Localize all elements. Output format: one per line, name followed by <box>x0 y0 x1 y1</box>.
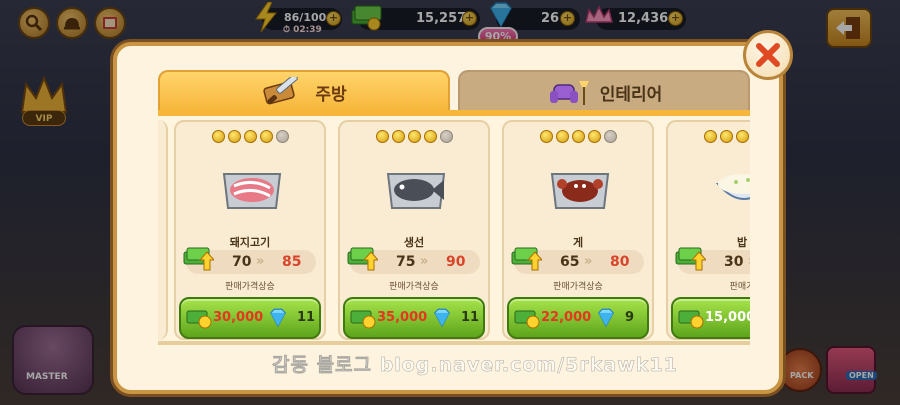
price-current: 75 <box>396 254 416 270</box>
upgrade-button[interactable]: 15,000 <box>671 297 750 339</box>
diamond-icon <box>269 308 287 328</box>
cash-coin-icon <box>678 310 704 329</box>
sell-price-row: 30 » <box>675 247 750 274</box>
close-icon <box>756 43 780 67</box>
tab-interior-label: 인테리어 <box>599 84 663 105</box>
upgrade-gem-cost: 11 <box>297 310 316 325</box>
upgrade-gem-cost: 11 <box>461 310 480 325</box>
sell-price-row: 70 » 85 <box>183 247 316 274</box>
star-rating <box>176 130 324 143</box>
price-current: 65 <box>560 254 580 270</box>
star-icon <box>211 130 225 143</box>
star-icon <box>719 130 733 143</box>
star-empty-icon <box>275 130 289 143</box>
star-rating <box>668 130 750 143</box>
sell-price-row: 65 » 80 <box>511 247 644 274</box>
tab-kitchen-label: 주방 <box>315 84 347 105</box>
tab-kitchen[interactable]: 주방 <box>158 70 450 112</box>
sell-price-row: 75 » 90 <box>347 247 480 274</box>
diamond-icon <box>597 308 615 328</box>
star-rating <box>340 130 488 143</box>
cash-up-icon <box>511 247 542 271</box>
star-empty-icon <box>603 130 617 143</box>
cutting-board-knife-icon <box>263 77 299 105</box>
upgrade-cash-cost: 35,000 <box>377 310 428 325</box>
item-card: 밥 30 » 판매가 15,000 <box>666 120 750 340</box>
item-card: 생선 75 » 90 판매가격상승 35,000 11 <box>338 120 490 340</box>
cash-up-icon <box>183 247 214 271</box>
arrow-right-icon: » <box>420 254 429 269</box>
star-icon <box>407 130 421 143</box>
star-icon <box>391 130 405 143</box>
star-icon <box>243 130 257 143</box>
diamond-icon <box>433 308 451 328</box>
item-list[interactable]: 돼지고기 70 » 85 판매가격상승 30,000 11 생선 75 » 90… <box>158 116 750 346</box>
blog-watermark: 감동 블로그 blog.naver.com/5rkawk11 <box>272 354 678 377</box>
upgrade-cash-cost: 22,000 <box>541 310 592 325</box>
star-icon <box>735 130 749 143</box>
tab-interior[interactable]: 인테리어 <box>458 70 750 112</box>
arrow-right-icon: » <box>256 254 265 269</box>
cash-coin-icon <box>350 310 376 329</box>
price-upgraded: 90 <box>446 254 466 270</box>
star-icon <box>259 130 273 143</box>
arrow-right-icon: » <box>748 254 750 269</box>
pork-meat-icon <box>222 173 282 209</box>
star-icon <box>587 130 601 143</box>
price-caption: 판매가 <box>729 282 750 292</box>
cash-up-icon <box>347 247 378 271</box>
upgrade-button[interactable]: 35,000 11 <box>343 297 485 339</box>
star-empty-icon <box>439 130 453 143</box>
rice-bowl-icon <box>715 174 750 200</box>
item-card: 게 65 » 80 판매가격상승 22,000 9 <box>502 120 654 340</box>
list-scrollbar[interactable] <box>158 341 750 345</box>
armchair-lamp-icon <box>549 81 589 105</box>
price-current: 30 <box>724 254 744 270</box>
star-icon <box>555 130 569 143</box>
star-icon <box>423 130 437 143</box>
item-card: 돼지고기 70 » 85 판매가격상승 30,000 11 <box>174 120 326 340</box>
star-rating <box>504 130 652 143</box>
price-upgraded: 85 <box>282 254 302 270</box>
cash-up-icon <box>675 247 706 271</box>
upgrade-dialog: 주방 인테리어 돼지고기 70 » 85 판매가격상승 30,000 11 생선… <box>113 42 783 394</box>
star-icon <box>703 130 717 143</box>
upgrade-gem-cost: 9 <box>625 310 635 325</box>
upgrade-cash-cost: 30,000 <box>213 310 264 325</box>
price-upgraded: 80 <box>610 254 630 270</box>
arrow-right-icon: » <box>584 254 593 269</box>
crab-icon <box>550 173 610 209</box>
previous-card-edge <box>158 120 168 340</box>
star-icon <box>227 130 241 143</box>
fish-icon <box>386 173 446 209</box>
price-caption: 판매가격상승 <box>225 282 275 292</box>
star-icon <box>539 130 553 143</box>
upgrade-cash-cost: 15,000 <box>705 310 750 325</box>
price-caption: 판매가격상승 <box>389 282 439 292</box>
cash-coin-icon <box>186 310 212 329</box>
upgrade-button[interactable]: 22,000 9 <box>507 297 649 339</box>
star-icon <box>571 130 585 143</box>
cash-coin-icon <box>514 310 540 329</box>
close-button[interactable] <box>743 30 793 80</box>
star-icon <box>375 130 389 143</box>
price-caption: 판매가격상승 <box>553 282 603 292</box>
price-current: 70 <box>232 254 252 270</box>
upgrade-button[interactable]: 30,000 11 <box>179 297 321 339</box>
